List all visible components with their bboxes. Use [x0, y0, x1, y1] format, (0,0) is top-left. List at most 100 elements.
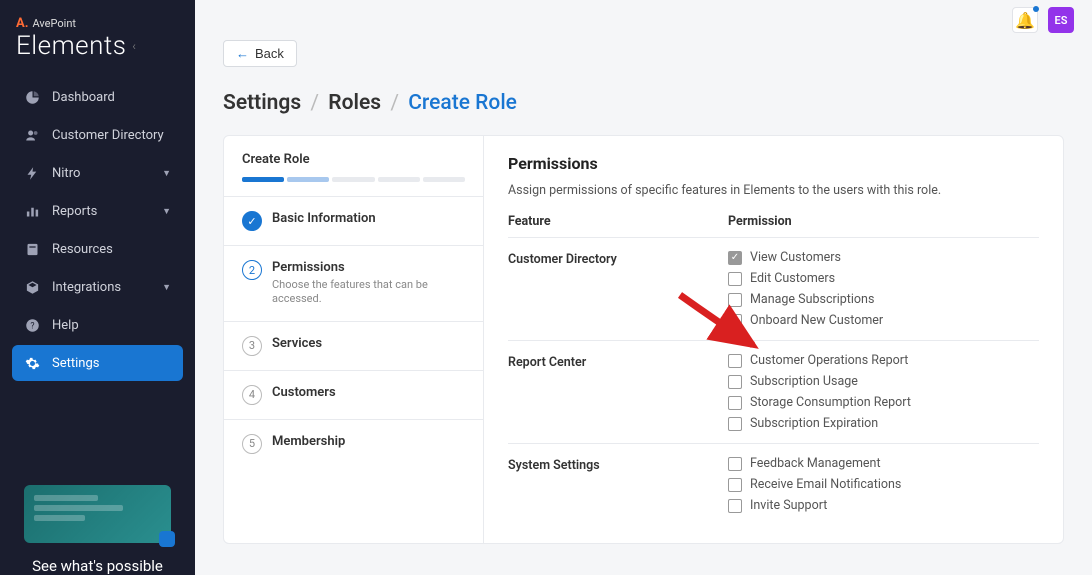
checkbox[interactable] — [728, 272, 742, 286]
permissions-header: Feature Permission — [508, 214, 1039, 237]
breadcrumb-roles[interactable]: Roles — [328, 91, 381, 115]
perm-label: Customer Operations Report — [750, 353, 908, 368]
sidebar-item-dashboard[interactable]: Dashboard — [12, 79, 183, 115]
help-icon: ? — [24, 317, 40, 333]
wizard-steps: ✓ Basic Information 2PermissionsChoose the… — [224, 197, 483, 468]
brand-main: Elements ‹ — [16, 31, 179, 61]
sidebar-item-reports[interactable]: Reports ▼ — [12, 193, 183, 229]
perm-label: Subscription Expiration — [750, 416, 878, 431]
brand-top-text: AvePoint — [33, 17, 77, 30]
perm-label: View Customers — [750, 250, 841, 265]
step-label: Services — [272, 336, 465, 351]
checkbox[interactable] — [728, 293, 742, 307]
perm-item-manage-subscriptions[interactable]: Manage Subscriptions — [728, 292, 1039, 307]
notifications-button[interactable]: 🔔 — [1012, 7, 1038, 33]
book-icon — [24, 241, 40, 257]
perm-group-customer-directory: Customer DirectoryView CustomersEdit Cus… — [508, 237, 1039, 340]
checkbox[interactable] — [728, 457, 742, 471]
sidebar-item-integrations[interactable]: Integrations▼ — [12, 269, 183, 305]
wizard-step-customers[interactable]: 4Customers — [224, 371, 483, 420]
perm-item-feedback-management[interactable]: Feedback Management — [728, 456, 1039, 471]
promo[interactable]: See what's possible — [24, 485, 171, 575]
perm-item-edit-customers[interactable]: Edit Customers — [728, 271, 1039, 286]
feature-name: System Settings — [508, 456, 728, 513]
perm-group-system-settings: System SettingsFeedback Management Receiv… — [508, 443, 1039, 525]
checkbox[interactable] — [728, 478, 742, 492]
sidebar-item-nitro[interactable]: Nitro▼ — [12, 155, 183, 191]
bell-icon: 🔔 — [1015, 11, 1035, 30]
pie-icon — [24, 89, 40, 105]
step-number: 5 — [242, 434, 262, 454]
gear-icon — [24, 355, 40, 371]
perm-label: Edit Customers — [750, 271, 835, 286]
perm-label: Invite Support — [750, 498, 827, 513]
sidebar-item-label: Help — [52, 318, 79, 333]
step-number: 4 — [242, 385, 262, 405]
sidebar-item-settings[interactable]: Settings — [12, 345, 183, 381]
step-desc: Choose the features that can be accessed… — [272, 278, 465, 307]
step-number: 2 — [242, 260, 262, 280]
perm-label: Receive Email Notifications — [750, 477, 901, 492]
sidebar-item-label: Customer Directory — [52, 128, 164, 143]
perm-item-subscription-usage[interactable]: Subscription Usage — [728, 374, 1039, 389]
perm-list: Feedback Management Receive Email Notific… — [728, 456, 1039, 513]
sidebar-item-customer-directory[interactable]: Customer Directory — [12, 117, 183, 153]
bolt-icon — [24, 165, 40, 181]
perm-item-onboard-new-customer[interactable]: Onboard New Customer — [728, 313, 1039, 328]
sidebar-item-label: Reports — [52, 204, 97, 219]
brand-top: A. AvePoint — [16, 16, 179, 31]
breadcrumb-settings[interactable]: Settings — [223, 91, 301, 115]
wizard-step-services[interactable]: 3 Services — [224, 322, 483, 371]
checkbox[interactable] — [728, 499, 742, 513]
sidebar-item-label: Integrations — [52, 280, 121, 295]
checkbox[interactable] — [728, 396, 742, 410]
wizard-step-basic-information[interactable]: ✓ Basic Information — [224, 197, 483, 246]
perm-item-subscription-expiration[interactable]: Subscription Expiration — [728, 416, 1039, 431]
checkbox[interactable] — [728, 417, 742, 431]
perm-item-view-customers: View Customers — [728, 250, 1039, 265]
perm-group-report-center: Report Center Customer Operations Report S… — [508, 340, 1039, 443]
checkbox[interactable] — [728, 354, 742, 368]
feature-name: Report Center — [508, 353, 728, 431]
step-number: 3 — [242, 336, 262, 356]
chevron-down-icon: ▼ — [162, 168, 171, 179]
checkbox[interactable] — [728, 314, 742, 328]
permissions-title: Permissions — [508, 154, 1039, 173]
perm-list: Customer Operations Report Subscription U… — [728, 353, 1039, 431]
sidebar-item-label: Resources — [52, 242, 113, 257]
step-label: Basic Information — [272, 211, 465, 226]
main: 🔔 ES ← Back Settings / Roles / Create Ro… — [195, 0, 1092, 575]
sidebar-item-label: Settings — [52, 356, 99, 371]
chevron-down-icon: ▼ — [162, 206, 171, 217]
panel: Create Role ✓Basic Information2Permissio… — [223, 135, 1064, 544]
sidebar: A. AvePoint Elements ‹ Dashboard Customer… — [0, 0, 195, 575]
cube-icon — [24, 279, 40, 295]
svg-text:?: ? — [30, 321, 34, 331]
back-button[interactable]: ← Back — [223, 40, 297, 67]
sidebar-item-resources[interactable]: Resources — [12, 231, 183, 267]
step-number: ✓ — [242, 211, 262, 231]
perm-item-receive-email-notifications[interactable]: Receive Email Notifications — [728, 477, 1039, 492]
permissions-subtitle: Assign permissions of specific features … — [508, 183, 1039, 198]
perm-item-customer-operations-report[interactable]: Customer Operations Report — [728, 353, 1039, 368]
promo-text: See what's possible — [24, 557, 171, 575]
checkbox[interactable] — [728, 375, 742, 389]
permissions-panel: Permissions Assign permissions of specif… — [484, 136, 1063, 543]
checkbox — [728, 251, 742, 265]
col-permission: Permission — [728, 214, 1039, 229]
chevron-left-icon[interactable]: ‹ — [132, 39, 136, 53]
wizard-progress — [242, 177, 465, 182]
col-feature: Feature — [508, 214, 728, 229]
permissions-groups: Customer DirectoryView CustomersEdit Cus… — [508, 237, 1039, 525]
brand-a-icon: A. — [16, 16, 29, 31]
user-avatar[interactable]: ES — [1048, 7, 1074, 33]
logo: A. AvePoint Elements ‹ — [0, 8, 195, 79]
breadcrumb-current: Create Role — [408, 91, 517, 115]
wizard-step-permissions[interactable]: 2PermissionsChoose the features that can… — [224, 246, 483, 322]
wizard-step-membership[interactable]: 5Membership — [224, 420, 483, 468]
perm-item-invite-support[interactable]: Invite Support — [728, 498, 1039, 513]
wizard: Create Role ✓Basic Information2Permissio… — [224, 136, 484, 543]
perm-item-storage-consumption-report[interactable]: Storage Consumption Report — [728, 395, 1039, 410]
sidebar-item-help[interactable]: ? Help — [12, 307, 183, 343]
perm-label: Subscription Usage — [750, 374, 858, 389]
